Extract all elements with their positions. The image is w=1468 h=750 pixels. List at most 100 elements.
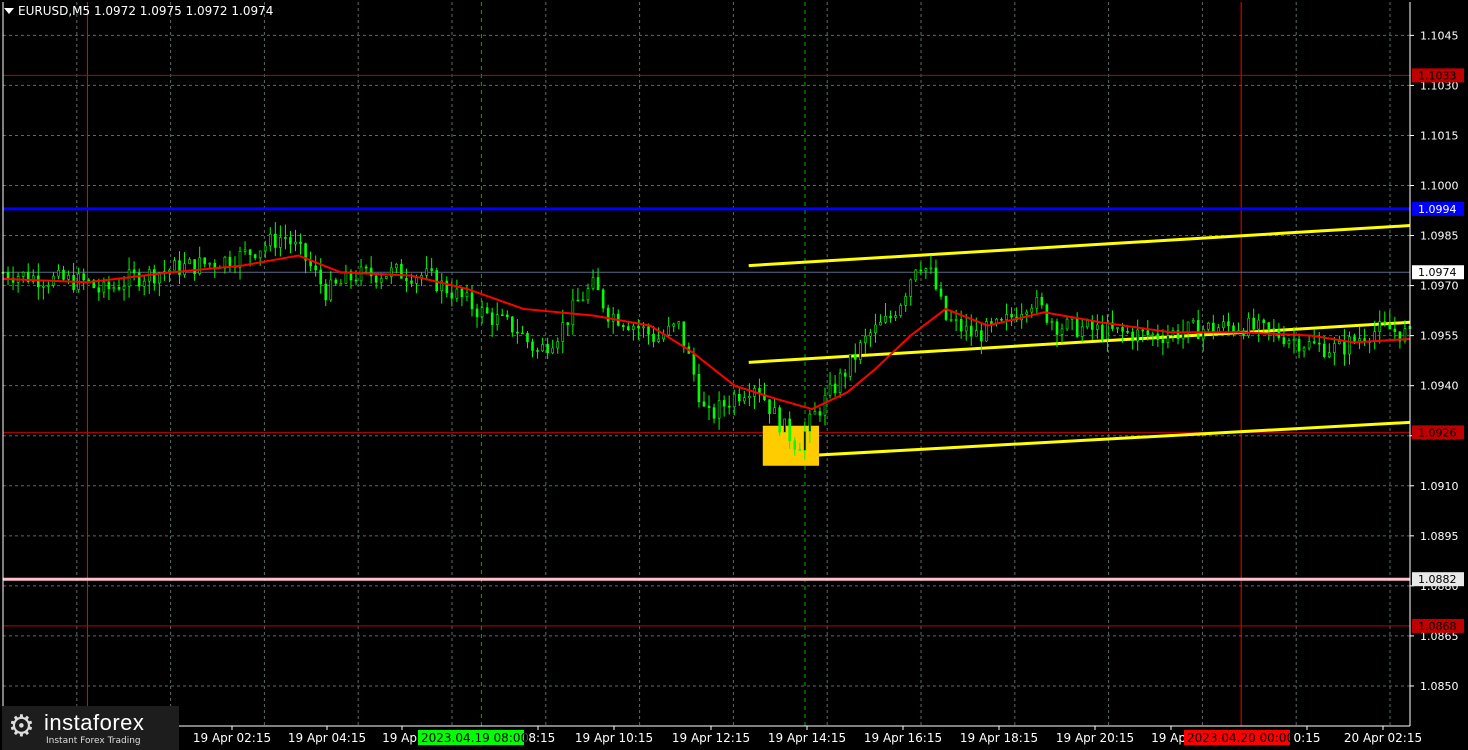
x-tick-label: 19 Apr 14:15 [768, 731, 846, 745]
level-label: 1.0882 [1418, 573, 1457, 586]
channel-line-middle [748, 320, 1411, 364]
candle-body [21, 271, 25, 277]
x-tick-label: 19 Apr [382, 731, 422, 745]
candle-body [339, 282, 343, 285]
candle-body [460, 288, 464, 298]
candle-body [874, 324, 877, 334]
candle-body [748, 396, 751, 399]
candle-body [117, 287, 121, 290]
candle-body [364, 266, 368, 269]
logo-name: instaforex [44, 710, 145, 735]
candle-body [1348, 336, 1351, 355]
candle-body [667, 325, 670, 336]
candle-body [430, 268, 433, 271]
candle-body [637, 325, 640, 329]
candle-body [954, 319, 958, 321]
candle-body [1080, 326, 1084, 337]
candle-body [1116, 327, 1119, 329]
candle-body [672, 323, 676, 327]
candle-body [1196, 320, 1200, 340]
candle-body [374, 275, 378, 283]
candle-body [1161, 339, 1165, 343]
level-label: 1.0868 [1418, 620, 1457, 633]
x-tick-label: 0:15 [1294, 731, 1321, 745]
candle-body [334, 279, 338, 284]
candle-body [843, 372, 847, 377]
candle-body [1075, 317, 1079, 337]
candle-body [642, 326, 645, 329]
chart-header[interactable]: EURUSD,M5 1.0972 1.0975 1.0972 1.0974 [4, 4, 273, 18]
candle-body [833, 383, 837, 394]
candle-body [142, 280, 146, 287]
candle-body [1096, 324, 1099, 330]
channel-line-upper [748, 224, 1411, 268]
candle-body [1212, 322, 1215, 333]
y-tick-label: 1.1015 [1420, 129, 1459, 142]
candle-body [82, 273, 85, 281]
level-label: 1.1033 [1418, 69, 1457, 82]
candle-body [410, 280, 413, 284]
candle-body [1000, 318, 1003, 321]
candle-body [566, 322, 570, 325]
candle-body [415, 277, 418, 284]
candle-body [621, 325, 625, 327]
candle-body [1297, 338, 1301, 352]
candle-body [183, 263, 186, 275]
candle-body [768, 399, 771, 414]
candle-body [152, 269, 156, 284]
candle-body [193, 259, 196, 274]
candle-body [188, 259, 191, 264]
candle-body [793, 440, 797, 450]
candle-body [924, 268, 928, 272]
candle-body [1312, 341, 1316, 344]
candle-body [546, 344, 549, 354]
candle-body [848, 354, 852, 377]
candle-body [1085, 320, 1089, 328]
candle-body [1121, 327, 1124, 332]
candle-body [1065, 318, 1069, 330]
candle-body [1302, 347, 1306, 352]
candle-body [445, 280, 449, 294]
candle-body [647, 326, 650, 335]
candle-body [425, 268, 428, 276]
candle-body [894, 315, 897, 318]
candle-body [243, 249, 247, 252]
candle-body [939, 288, 943, 297]
candle-body [627, 326, 630, 330]
candle-body [490, 312, 494, 325]
candle-body [1267, 322, 1271, 330]
candle-body [122, 285, 126, 290]
candle-body [1040, 296, 1044, 306]
candle-body [919, 269, 923, 272]
candle-body [485, 307, 489, 314]
candle-body [536, 350, 539, 352]
candle-body [314, 265, 317, 271]
candle-body [909, 279, 913, 297]
candle-body [1282, 337, 1286, 345]
candle-body [596, 277, 600, 291]
candle-body [526, 332, 529, 343]
candle-body [369, 267, 373, 277]
candle-body [450, 292, 454, 299]
candle-body [258, 250, 262, 259]
candle-body [1206, 322, 1210, 330]
candle-body [6, 272, 10, 279]
candle-body [889, 315, 892, 318]
candle-body [682, 321, 686, 348]
symbol-info: EURUSD,M5 1.0972 1.0975 1.0972 1.0974 [18, 4, 274, 18]
dropdown-icon[interactable] [4, 8, 14, 14]
candle-body [521, 332, 524, 335]
candle-body [591, 277, 595, 289]
candle-body [268, 233, 272, 247]
candle-body [1126, 331, 1129, 333]
candle-body [1222, 321, 1225, 328]
candle-body [601, 289, 605, 309]
candle-body [1252, 317, 1255, 330]
candle-body [379, 278, 383, 283]
candle-body [1050, 321, 1054, 323]
candle-body [813, 411, 817, 415]
candle-body [511, 316, 514, 333]
candle-body [324, 283, 328, 301]
price-chart[interactable]: 1.10451.10301.10151.10001.09851.09701.09… [0, 0, 1468, 750]
candle-body [112, 287, 116, 290]
